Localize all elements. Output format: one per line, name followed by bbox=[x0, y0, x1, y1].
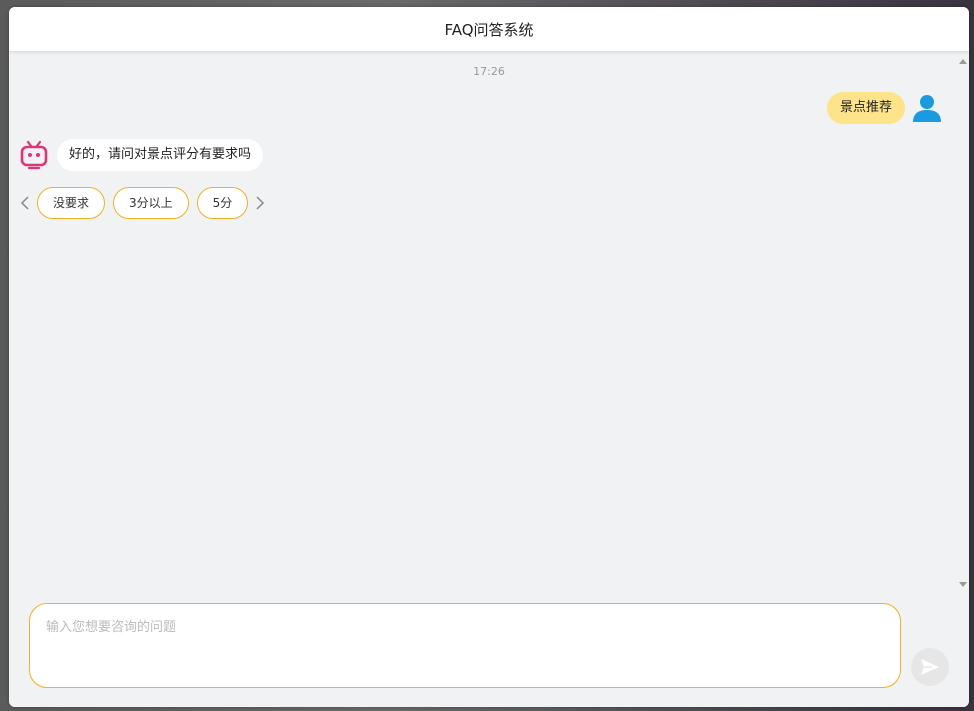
chevron-left-icon[interactable] bbox=[17, 187, 33, 219]
robot-icon bbox=[19, 140, 49, 170]
send-button[interactable] bbox=[911, 648, 949, 686]
chevron-right-icon[interactable] bbox=[252, 187, 268, 219]
question-input[interactable] bbox=[30, 604, 900, 687]
quick-reply-options: 没要求 3分以上 5分 bbox=[17, 187, 268, 219]
message-timestamp: 17:26 bbox=[473, 65, 505, 78]
option-button-no-requirement[interactable]: 没要求 bbox=[37, 187, 106, 219]
question-input-box[interactable] bbox=[29, 603, 901, 688]
header: FAQ问答系统 bbox=[9, 7, 969, 51]
bot-message-row: 好的，请问对景点评分有要求吗 bbox=[19, 139, 264, 171]
option-button-5[interactable]: 5分 bbox=[196, 187, 249, 219]
bot-message-bubble: 好的，请问对景点评分有要求吗 bbox=[57, 139, 264, 171]
send-icon bbox=[921, 659, 939, 675]
scroll-up-icon[interactable] bbox=[959, 59, 967, 64]
chat-window: FAQ问答系统 17:26 景点推荐 好的，请问对景点评分有要求吗 没要求 3分… bbox=[9, 7, 969, 707]
chat-scrollbar[interactable] bbox=[957, 51, 969, 589]
page-title: FAQ问答系统 bbox=[444, 20, 534, 39]
user-icon bbox=[910, 91, 944, 125]
user-message-bubble: 景点推荐 bbox=[826, 92, 905, 124]
chat-area[interactable]: 17:26 景点推荐 好的，请问对景点评分有要求吗 没要求 3分以上 5分 bbox=[9, 51, 969, 589]
option-button-3-plus[interactable]: 3分以上 bbox=[113, 187, 189, 219]
user-message-row: 景点推荐 bbox=[826, 91, 944, 125]
input-area bbox=[9, 589, 969, 707]
scroll-down-icon[interactable] bbox=[959, 582, 967, 587]
